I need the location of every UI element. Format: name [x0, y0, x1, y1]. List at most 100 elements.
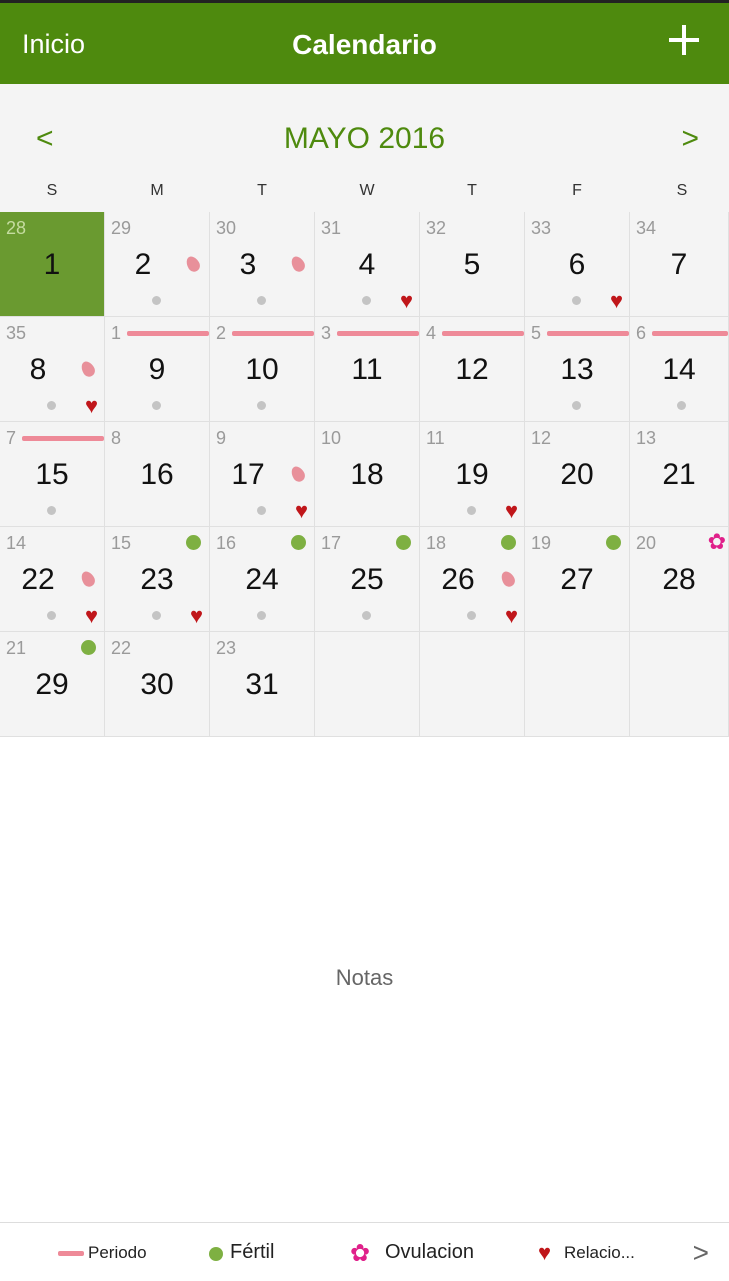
cycle-day-number: 11 — [426, 428, 445, 448]
day-cell[interactable]: 23 31 — [210, 632, 315, 737]
day-cell[interactable]: 7 15 — [0, 422, 105, 527]
day-number: 4 — [358, 248, 376, 281]
day-cell[interactable]: 10 18 — [315, 422, 420, 527]
note-dot-icon — [257, 401, 266, 410]
note-dot-icon — [362, 296, 371, 305]
day-cell[interactable]: 3 11 — [315, 317, 420, 422]
drop-icon — [498, 569, 518, 589]
day-cell[interactable]: 29 2 — [105, 212, 210, 317]
cycle-day-number: 32 — [426, 218, 447, 238]
cycle-day-number: 1 — [111, 323, 122, 343]
day-cell[interactable]: 9 17 ♥ — [210, 422, 315, 527]
legend-ovulation: Ovulacion — [385, 1241, 474, 1263]
day-cell[interactable]: 19 27 — [525, 527, 630, 632]
day-cell[interactable]: 5 13 — [525, 317, 630, 422]
day-number: 30 — [140, 668, 174, 701]
day-cell[interactable]: 34 7 — [630, 212, 729, 317]
weekday-wed: W — [359, 182, 375, 199]
day-cell[interactable]: 13 21 — [630, 422, 729, 527]
heart-icon: ♥ — [504, 498, 518, 523]
day-cell[interactable]: 21 29 — [0, 632, 105, 737]
day-number: 22 — [21, 563, 55, 596]
heart-icon: ♥ — [538, 1240, 552, 1265]
fertile-legend-icon — [209, 1247, 223, 1261]
note-dot-icon — [677, 401, 686, 410]
day-number: 27 — [560, 563, 594, 596]
note-dot-icon — [47, 401, 56, 410]
day-number: 16 — [140, 458, 174, 491]
period-legend-icon — [58, 1251, 84, 1256]
cycle-day-number: 7 — [6, 428, 17, 448]
cycle-day-number: 13 — [636, 428, 657, 448]
day-number: 25 — [350, 563, 384, 596]
add-icon[interactable] — [669, 25, 699, 55]
cycle-day-number: 8 — [111, 428, 122, 448]
note-dot-icon — [47, 506, 56, 515]
empty-day-cell — [525, 632, 630, 737]
cycle-day-number: 10 — [321, 428, 342, 448]
cycle-day-number: 18 — [426, 533, 447, 553]
day-cell[interactable]: 19 — [105, 317, 210, 422]
empty-day-cell — [420, 632, 525, 737]
day-number: 6 — [568, 248, 586, 281]
page-title: Calendario — [292, 29, 437, 60]
day-cell[interactable]: 17 25 — [315, 527, 420, 632]
drop-icon — [183, 254, 203, 274]
drop-icon — [78, 359, 98, 379]
day-number: 8 — [29, 353, 47, 386]
day-number: 18 — [350, 458, 384, 491]
period-line-icon — [337, 331, 419, 336]
day-cell[interactable]: 2 10 — [210, 317, 315, 422]
day-cell[interactable]: 30 3 — [210, 212, 315, 317]
day-number: 28 — [662, 563, 696, 596]
note-dot-icon — [152, 296, 161, 305]
day-cell[interactable]: 20 28 ✿ — [630, 527, 729, 632]
day-number: 19 — [455, 458, 489, 491]
cycle-day-number: 19 — [531, 533, 552, 553]
day-number: 12 — [455, 353, 489, 386]
note-dot-icon — [152, 401, 161, 410]
day-cell[interactable]: 28 1 — [0, 212, 105, 317]
cycle-day-number: 28 — [6, 218, 27, 238]
note-dot-icon — [257, 296, 266, 305]
day-number: 29 — [35, 668, 69, 701]
drop-icon — [78, 569, 98, 589]
cycle-day-number: 9 — [216, 428, 227, 448]
day-number: 23 — [140, 563, 174, 596]
day-cell[interactable]: 15 23 ♥ — [105, 527, 210, 632]
day-cell[interactable]: 35 8 ♥ — [0, 317, 105, 422]
drop-icon — [288, 464, 308, 484]
day-cell[interactable]: 33 6 ♥ — [525, 212, 630, 317]
day-cell[interactable]: 31 4 ♥ — [315, 212, 420, 317]
heart-icon: ♥ — [189, 603, 203, 628]
cycle-day-number: 20 — [636, 533, 657, 553]
note-dot-icon — [257, 611, 266, 620]
day-cell[interactable]: 22 30 — [105, 632, 210, 737]
fertile-dot-icon — [291, 535, 306, 550]
day-number: 11 — [351, 353, 383, 386]
cycle-day-number: 16 — [216, 533, 237, 553]
heart-icon: ♥ — [84, 603, 98, 628]
day-cell[interactable]: 32 5 — [420, 212, 525, 317]
day-number: 26 — [441, 563, 475, 596]
cycle-day-number: 21 — [6, 638, 27, 658]
weekday-mon: M — [150, 182, 164, 199]
day-cell[interactable]: 16 24 — [210, 527, 315, 632]
next-month-button[interactable]: > — [681, 122, 699, 156]
day-cell[interactable]: 8 16 — [105, 422, 210, 527]
day-cell[interactable]: 6 14 — [630, 317, 729, 422]
day-number: 15 — [35, 458, 69, 491]
day-cell[interactable]: 4 12 — [420, 317, 525, 422]
day-cell[interactable]: 14 22 ♥ — [0, 527, 105, 632]
weekday-thu: T — [467, 182, 477, 199]
heart-icon: ♥ — [294, 498, 308, 523]
period-line-icon — [22, 436, 104, 441]
day-cell[interactable]: 18 26 ♥ — [420, 527, 525, 632]
day-cell[interactable]: 11 19 ♥ — [420, 422, 525, 527]
day-number: 14 — [662, 353, 696, 386]
notes-label[interactable]: Notas — [0, 965, 729, 991]
weekday-fri: F — [572, 182, 582, 199]
day-cell[interactable]: 12 20 — [525, 422, 630, 527]
legend-more-button[interactable]: > — [693, 1237, 709, 1269]
heart-icon: ♥ — [504, 603, 518, 628]
